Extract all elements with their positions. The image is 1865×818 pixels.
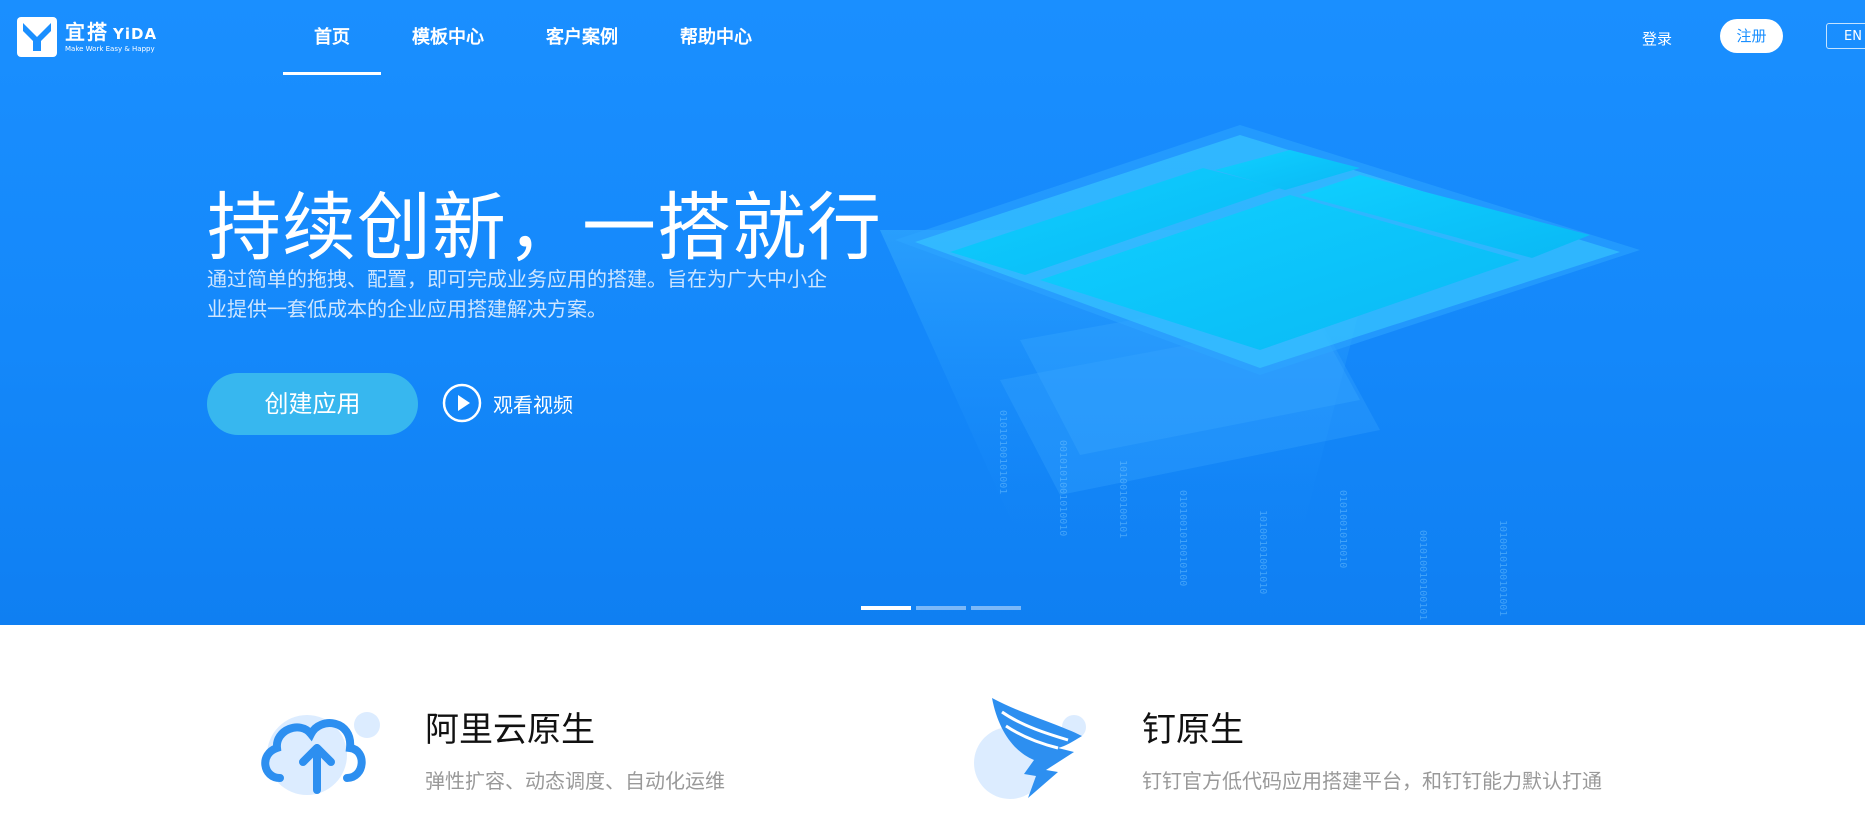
svg-text:0101001010010100: 0101001010010100	[1177, 490, 1188, 586]
svg-text:0010101001010010: 0010101001010010	[1057, 440, 1068, 536]
svg-text:0101001010010: 0101001010010	[1337, 490, 1348, 568]
yida-logo-icon	[17, 17, 57, 57]
nav-item-help[interactable]: 帮助中心	[649, 0, 783, 75]
carousel-dot-3[interactable]	[971, 606, 1021, 610]
feature-title: 阿里云原生	[425, 710, 595, 750]
feature-dingtalk: 钉原生 钉钉官方低代码应用搭建平台，和钉钉能力默认打通	[962, 690, 1602, 800]
feature-aliyun: 阿里云原生 弹性扩容、动态调度、自动化运维	[245, 690, 725, 800]
hero-subtitle-line1: 通过简单的拖拽、配置，即可完成业务应用的搭建。旨在为广大中小企	[207, 267, 827, 291]
brand-slogan: Make Work Easy & Happy	[65, 44, 155, 53]
svg-text:01010100101001: 01010100101001	[997, 410, 1008, 494]
feature-desc: 钉钉官方低代码应用搭建平台，和钉钉能力默认打通	[1142, 769, 1602, 793]
svg-text:1010010100101001: 1010010100101001	[1497, 520, 1508, 616]
nav-item-home[interactable]: 首页	[283, 0, 381, 75]
carousel-indicators	[861, 606, 1026, 610]
play-circle-icon	[442, 383, 482, 423]
register-button[interactable]: 注册	[1720, 19, 1783, 53]
watch-video-label: 观看视频	[493, 392, 573, 417]
nav-item-templates[interactable]: 模板中心	[381, 0, 515, 75]
hero-subtitle-line2: 业提供一套低成本的企业应用搭建解决方案。	[207, 297, 607, 321]
hero-banner: 宜搭 YiDA Make Work Easy & Happy 首页 模板中心 客户…	[0, 0, 1865, 625]
feature-desc: 弹性扩容、动态调度、自动化运维	[425, 769, 725, 793]
svg-text:1010010100101: 1010010100101	[1117, 460, 1128, 538]
feature-title: 钉原生	[1142, 710, 1244, 750]
brand-logo[interactable]: 宜搭 YiDA Make Work Easy & Happy	[17, 17, 157, 57]
watch-video-button[interactable]: 观看视频	[442, 383, 573, 423]
nav-item-cases[interactable]: 客户案例	[515, 0, 649, 75]
hero-subtitle: 通过简单的拖拽、配置，即可完成业务应用的搭建。旨在为广大中小企 业提供一套低成本…	[207, 264, 847, 324]
main-nav: 首页 模板中心 客户案例 帮助中心	[283, 0, 783, 75]
login-link[interactable]: 登录	[1642, 28, 1672, 49]
dingtalk-icon	[974, 698, 1086, 799]
svg-text:001010010100101: 001010010100101	[1417, 530, 1428, 620]
language-switch-button[interactable]: EN	[1826, 23, 1865, 49]
platform-illustration: 01010100101001 0010101001010010 10100101…	[880, 125, 1640, 620]
create-app-button[interactable]: 创建应用	[207, 373, 418, 435]
svg-text:10100101001010: 10100101001010	[1257, 510, 1268, 594]
carousel-dot-2[interactable]	[916, 606, 966, 610]
hero-title: 持续创新，一搭就行	[207, 185, 882, 271]
carousel-dot-1[interactable]	[861, 606, 911, 610]
brand-name-en: YiDA	[113, 24, 158, 43]
brand-name: 宜搭	[65, 19, 109, 44]
cloud-upload-icon	[261, 712, 380, 795]
